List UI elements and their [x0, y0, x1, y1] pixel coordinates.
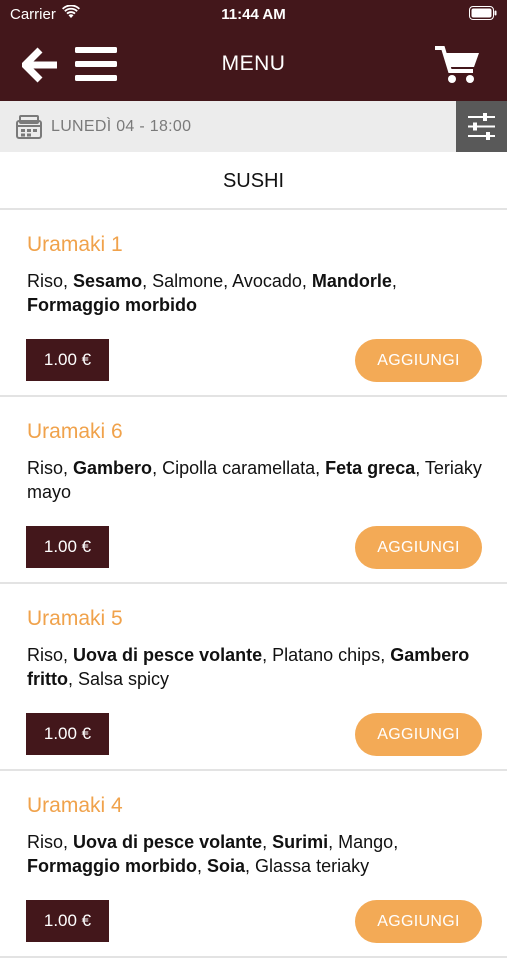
- item-name: Uramaki 6: [27, 420, 123, 443]
- price-badge: 1.00 €: [26, 900, 109, 942]
- price-badge: 1.00 €: [26, 713, 109, 755]
- ingredient: Glassa teriaky: [255, 856, 370, 876]
- cart-icon[interactable]: [435, 45, 481, 85]
- ingredient: Riso: [27, 645, 64, 665]
- menu-item-card: Uramaki 6 Riso, Gambero, Cipolla caramell…: [0, 397, 507, 584]
- ingredient: Formaggio morbido: [27, 295, 197, 315]
- add-to-cart-button[interactable]: AGGIUNGI: [355, 339, 482, 382]
- ingredient: Salsa spicy: [78, 669, 170, 689]
- calendar-icon[interactable]: [15, 113, 43, 141]
- ingredient: Avocado: [232, 271, 302, 291]
- ingredient: Sesamo: [73, 271, 143, 291]
- ingredient: Cipolla caramellata: [162, 458, 316, 478]
- item-name: Uramaki 1: [27, 233, 123, 256]
- ingredient: Riso: [27, 832, 64, 852]
- ingredient: Platano chips: [272, 645, 381, 665]
- date-bar: LUNEDÌ 04 - 18:00: [0, 101, 507, 152]
- ingredient: Mango: [338, 832, 394, 852]
- ingredient: Formaggio morbido: [27, 856, 197, 876]
- battery-icon: [469, 6, 497, 24]
- ingredient: Uova di pesce volante: [73, 832, 263, 852]
- item-ingredients: Riso, Gambero, Cipolla caramellata, Feta…: [27, 458, 482, 502]
- ingredient: Gambero: [73, 458, 153, 478]
- ingredient: Riso: [27, 271, 64, 291]
- section-title: SUSHI: [0, 152, 507, 210]
- item-name: Uramaki 4: [27, 794, 123, 817]
- item-ingredients: Riso, Uova di pesce volante, Platano chi…: [27, 645, 470, 689]
- menu-item-list: Uramaki 1 Riso, Sesamo, Salmone, Avocado,…: [0, 210, 507, 958]
- hamburger-icon[interactable]: [75, 46, 117, 82]
- ingredient: Uova di pesce volante: [73, 645, 263, 665]
- delivery-date[interactable]: LUNEDÌ 04 - 18:00: [51, 118, 191, 136]
- ingredient: Riso: [27, 458, 64, 478]
- status-bar: Carrier 11:44 AM: [0, 0, 507, 28]
- ingredient: Salmone: [152, 271, 224, 291]
- ingredient: Feta greca: [325, 458, 416, 478]
- price-badge: 1.00 €: [26, 526, 109, 568]
- top-bar: Carrier 11:44 AM MENU: [0, 0, 507, 101]
- add-to-cart-button[interactable]: AGGIUNGI: [355, 526, 482, 569]
- add-to-cart-button[interactable]: AGGIUNGI: [355, 900, 482, 943]
- menu-item-card: Uramaki 5 Riso, Uova di pesce volante, Pl…: [0, 584, 507, 771]
- menu-item-card: Uramaki 4 Riso, Uova di pesce volante, Su…: [0, 771, 507, 958]
- price-badge: 1.00 €: [26, 339, 109, 381]
- filter-button[interactable]: [456, 101, 507, 152]
- item-ingredients: Riso, Uova di pesce volante, Surimi, Man…: [27, 832, 399, 876]
- item-ingredients: Riso, Sesamo, Salmone, Avocado, Mandorle…: [27, 271, 397, 315]
- menu-item-card: Uramaki 1 Riso, Sesamo, Salmone, Avocado,…: [0, 210, 507, 397]
- item-name: Uramaki 5: [27, 607, 123, 630]
- ingredient: Mandorle: [311, 271, 392, 291]
- back-arrow-icon[interactable]: [20, 47, 58, 83]
- ingredient: Soia: [207, 856, 246, 876]
- ingredient: Surimi: [272, 832, 329, 852]
- add-to-cart-button[interactable]: AGGIUNGI: [355, 713, 482, 756]
- status-time: 11:44 AM: [221, 6, 286, 23]
